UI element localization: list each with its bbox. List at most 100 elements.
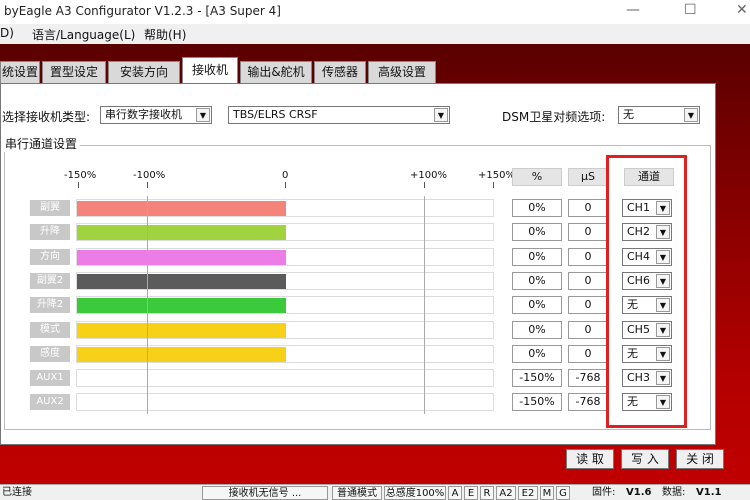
- channel-bar-track: [76, 223, 494, 241]
- channel-us-value: 0: [568, 321, 608, 339]
- channel-bar-track: [76, 345, 494, 363]
- gridline-minus100: [147, 196, 148, 414]
- channel-bar: [77, 323, 286, 338]
- channel-bar-track: [76, 272, 494, 290]
- menu-bar: D) 语言/Language(L) 帮助(H): [0, 24, 750, 44]
- channel-us-value: 0: [568, 272, 608, 290]
- chevron-down-icon: ▼: [434, 108, 448, 122]
- dsm-value: 无: [623, 108, 634, 121]
- percent-header: %: [512, 168, 562, 186]
- receiver-type-label: 选择接收机类型:: [2, 110, 91, 124]
- write-button[interactable]: 写 入: [621, 449, 669, 469]
- close-window-button[interactable]: ✕: [736, 2, 748, 18]
- dsm-select[interactable]: 无 ▼: [618, 106, 700, 124]
- channel-us-value: -768: [568, 393, 608, 411]
- tab-output-servo[interactable]: 输出&舵机: [240, 61, 312, 83]
- channel-bar: [77, 225, 286, 240]
- receiver-signal-status: 接收机无信号 ...: [202, 486, 328, 500]
- tick-label: 0: [282, 170, 289, 181]
- minimize-button[interactable]: —: [626, 2, 640, 18]
- tab-receiver[interactable]: 接收机: [182, 57, 238, 83]
- channel-row-label: 副翼2: [30, 273, 70, 289]
- chevron-down-icon: ▼: [684, 108, 698, 122]
- data-label: 数据:: [662, 487, 686, 498]
- protocol-select[interactable]: TBS/ELRS CRSF ▼: [228, 106, 450, 124]
- channel-bar-track: [76, 199, 494, 217]
- flag-a2: A2: [496, 486, 516, 500]
- channel-percent-value: 0%: [512, 223, 562, 241]
- channel-percent-value: 0%: [512, 345, 562, 363]
- data-version: V1.1: [696, 487, 722, 498]
- receiver-type-value: 串行数字接收机: [105, 108, 182, 121]
- connection-status: 已连接: [2, 487, 32, 498]
- channel-percent-value: 0%: [512, 272, 562, 290]
- channel-highlight-box: [606, 155, 687, 428]
- menu-item-file[interactable]: D): [0, 26, 14, 40]
- tab-aircraft-type[interactable]: 置型设定: [42, 61, 106, 83]
- dsm-label: DSM卫星对频选项:: [502, 110, 606, 124]
- menu-item-language[interactable]: 语言/Language(L): [32, 26, 135, 43]
- channel-us-value: 0: [568, 199, 608, 217]
- tick-mark: [424, 182, 425, 188]
- maximize-button[interactable]: ☐: [684, 2, 697, 18]
- read-button[interactable]: 读 取: [566, 449, 614, 469]
- tab-system[interactable]: 统设置: [0, 61, 40, 83]
- channel-bar-track: [76, 321, 494, 339]
- protocol-value: TBS/ELRS CRSF: [233, 108, 318, 121]
- tab-sensor[interactable]: 传感器: [314, 61, 366, 83]
- channel-bar-track: [76, 393, 494, 411]
- channel-us-value: 0: [568, 296, 608, 314]
- channel-us-value: 0: [568, 345, 608, 363]
- tick-mark: [78, 182, 79, 188]
- flag-g: G: [556, 486, 570, 500]
- tick-mark: [493, 182, 494, 188]
- receiver-type-select[interactable]: 串行数字接收机 ▼: [100, 106, 212, 124]
- close-button[interactable]: 关 闭: [676, 449, 724, 469]
- serial-group-title: 串行通道设置: [2, 135, 81, 152]
- flag-e2: E2: [518, 486, 538, 500]
- tick-mark: [147, 182, 148, 188]
- channel-percent-value: 0%: [512, 199, 562, 217]
- channel-percent-value: 0%: [512, 321, 562, 339]
- title-bar: byEagle A3 Configurator V1.2.3 - [A3 Sup…: [0, 0, 750, 24]
- channel-row-label: AUX2: [30, 394, 70, 410]
- channel-row-label: 升降2: [30, 297, 70, 313]
- tab-install-orientation[interactable]: 安装方向: [108, 61, 180, 83]
- tab-advanced[interactable]: 高级设置: [368, 61, 436, 83]
- tick-mark: [285, 182, 286, 188]
- tick-label: +150%: [478, 170, 515, 181]
- channel-bar: [77, 250, 286, 265]
- channel-percent-value: 0%: [512, 248, 562, 266]
- channel-bar-track: [76, 296, 494, 314]
- channel-percent-value: 0%: [512, 296, 562, 314]
- firmware-version: V1.6: [626, 487, 652, 498]
- flight-mode-status: 普通模式: [332, 486, 382, 500]
- channel-bar: [77, 201, 286, 216]
- us-header: μS: [568, 168, 608, 186]
- window-title: byEagle A3 Configurator V1.2.3 - [A3 Sup…: [4, 4, 281, 18]
- channel-bar: [77, 347, 286, 362]
- gridline-plus100: [424, 196, 425, 414]
- channel-us-value: 0: [568, 223, 608, 241]
- tick-label: +100%: [410, 170, 447, 181]
- sensitivity-status: 总感度100%: [384, 486, 446, 500]
- channel-row-label: 感度: [30, 346, 70, 362]
- channel-us-value: 0: [568, 248, 608, 266]
- channel-percent-value: -150%: [512, 369, 562, 387]
- flag-m: M: [540, 486, 554, 500]
- flag-r: R: [480, 486, 494, 500]
- channel-row-label: 升降: [30, 224, 70, 240]
- flag-a: A: [448, 486, 462, 500]
- channel-bar: [77, 298, 286, 313]
- menu-item-help[interactable]: 帮助(H): [144, 26, 186, 43]
- tick-label: -150%: [64, 170, 97, 181]
- tick-label: -100%: [133, 170, 166, 181]
- channel-row-label: 模式: [30, 322, 70, 338]
- status-bar: 已连接 接收机无信号 ... 普通模式 总感度100% A E R A2 E2 …: [0, 484, 750, 500]
- channel-us-value: -768: [568, 369, 608, 387]
- channel-row-label: AUX1: [30, 370, 70, 386]
- firmware-label: 固件:: [592, 487, 616, 498]
- chevron-down-icon: ▼: [196, 108, 210, 122]
- channel-bar-track: [76, 369, 494, 387]
- channel-row-label: 副翼: [30, 200, 70, 216]
